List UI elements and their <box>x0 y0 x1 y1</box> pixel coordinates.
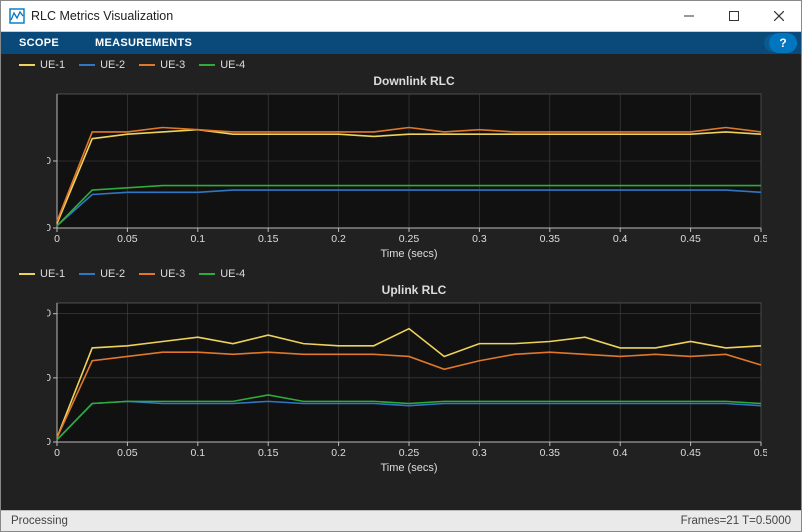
svg-text:0.3: 0.3 <box>472 447 487 459</box>
minimize-button[interactable] <box>666 1 711 31</box>
svg-text:0.05: 0.05 <box>117 233 138 245</box>
legend-item: UE-1 <box>19 59 65 71</box>
chart-title: Downlink RLC <box>47 74 781 88</box>
legend-label: UE-2 <box>100 59 125 71</box>
window-controls <box>666 1 801 31</box>
statusbar: Processing Frames=21 T=0.5000 <box>1 510 801 531</box>
legend-item: UE-3 <box>139 268 185 280</box>
legend-label: UE-3 <box>160 268 185 280</box>
svg-text:60: 60 <box>47 308 51 320</box>
status-right: Frames=21 T=0.5000 <box>681 515 791 527</box>
svg-text:30: 30 <box>47 155 51 167</box>
svg-text:0.5: 0.5 <box>754 447 767 459</box>
legend-uplink: UE-1 UE-2 UE-3 UE-4 <box>1 263 801 283</box>
svg-text:0: 0 <box>47 222 51 234</box>
help-button[interactable]: ? <box>769 33 797 53</box>
svg-text:0.1: 0.1 <box>190 233 205 245</box>
svg-text:0.45: 0.45 <box>680 233 701 245</box>
svg-text:0.2: 0.2 <box>331 233 346 245</box>
app-window: RLC Metrics Visualization SCOPE MEASUREM… <box>0 0 802 532</box>
svg-text:0.2: 0.2 <box>331 447 346 459</box>
svg-text:0.35: 0.35 <box>540 447 561 459</box>
svg-text:Time (secs): Time (secs) <box>380 462 437 474</box>
close-button[interactable] <box>756 1 801 31</box>
legend-item: UE-4 <box>199 268 245 280</box>
legend-item: UE-3 <box>139 59 185 71</box>
plot-area: UE-1 UE-2 UE-3 UE-4 Downlink RLC 0 0.05 0.… <box>1 54 801 510</box>
legend-label: UE-2 <box>100 268 125 280</box>
menubar: SCOPE MEASUREMENTS ? <box>1 32 801 54</box>
svg-text:0: 0 <box>54 447 60 459</box>
legend-downlink: UE-1 UE-2 UE-3 UE-4 <box>1 54 801 74</box>
svg-text:0.15: 0.15 <box>258 233 279 245</box>
legend-label: UE-1 <box>40 59 65 71</box>
svg-text:0: 0 <box>54 233 60 245</box>
svg-text:0.4: 0.4 <box>613 233 628 245</box>
svg-text:0.25: 0.25 <box>399 233 420 245</box>
chart-title: Uplink RLC <box>47 283 781 297</box>
svg-text:0: 0 <box>47 436 51 448</box>
svg-text:Time (secs): Time (secs) <box>380 248 437 260</box>
chart-downlink[interactable]: Downlink RLC 0 0.05 0.1 0.15 0.2 0.25 0.3 0.35 0… <box>47 74 781 263</box>
menu-scope[interactable]: SCOPE <box>1 32 77 54</box>
legend-item: UE-2 <box>79 59 125 71</box>
app-icon <box>9 8 25 24</box>
legend-label: UE-3 <box>160 59 185 71</box>
svg-text:0.1: 0.1 <box>190 447 205 459</box>
legend-label: UE-4 <box>220 268 245 280</box>
svg-text:0.4: 0.4 <box>613 447 628 459</box>
svg-text:0.3: 0.3 <box>472 233 487 245</box>
titlebar: RLC Metrics Visualization <box>1 1 801 32</box>
svg-text:30: 30 <box>47 372 51 384</box>
svg-text:0.5: 0.5 <box>754 233 767 245</box>
legend-label: UE-4 <box>220 59 245 71</box>
svg-text:0.35: 0.35 <box>540 233 561 245</box>
status-left: Processing <box>11 515 68 527</box>
legend-item: UE-2 <box>79 268 125 280</box>
svg-text:0.05: 0.05 <box>117 447 138 459</box>
window-title: RLC Metrics Visualization <box>31 9 173 23</box>
svg-text:0.45: 0.45 <box>680 447 701 459</box>
menu-measurements[interactable]: MEASUREMENTS <box>77 32 210 54</box>
chart-uplink[interactable]: Uplink RLC 0 0.05 0.1 0.15 0.2 0.25 0.3 0.35 0.4… <box>47 283 781 477</box>
legend-item: UE-1 <box>19 268 65 280</box>
svg-text:0.25: 0.25 <box>399 447 420 459</box>
maximize-button[interactable] <box>711 1 756 31</box>
legend-label: UE-1 <box>40 268 65 280</box>
svg-text:0.15: 0.15 <box>258 447 279 459</box>
legend-item: UE-4 <box>199 59 245 71</box>
